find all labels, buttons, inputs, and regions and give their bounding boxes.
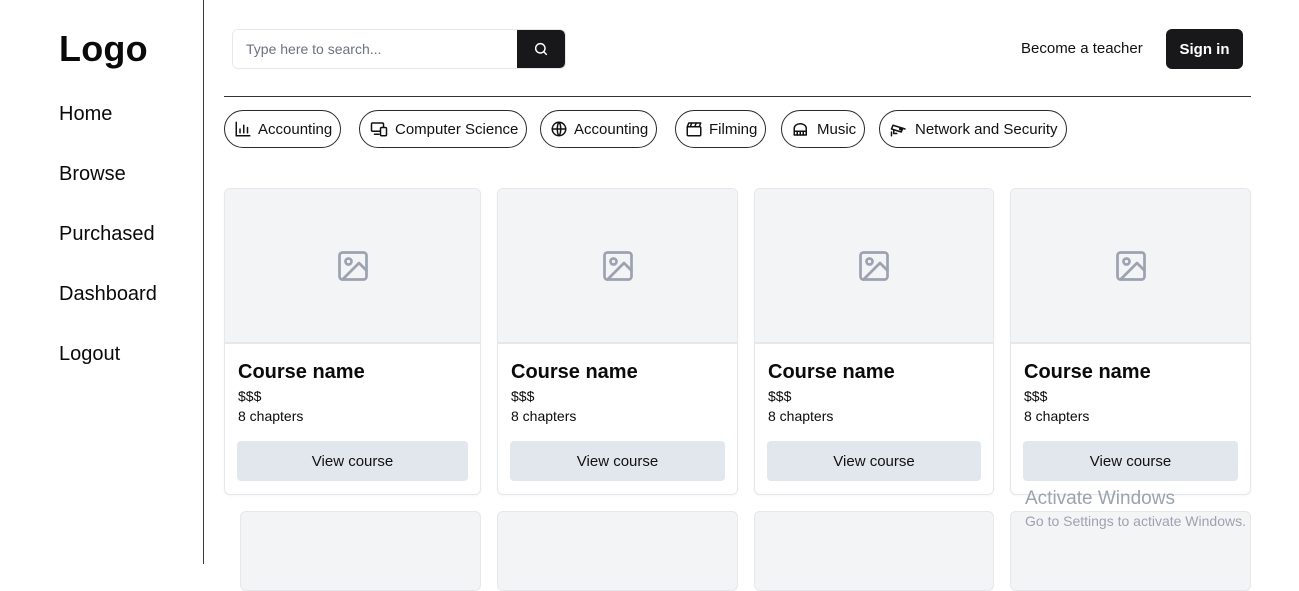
view-course-button[interactable]: View course [510, 441, 725, 481]
watermark-title: Activate Windows [1025, 488, 1175, 509]
category-chip-accounting[interactable]: Accounting [224, 110, 342, 148]
course-card[interactable]: Course name $$$ 8 chapters View course [497, 188, 738, 495]
image-placeholder-icon [602, 250, 633, 281]
category-label: Music [817, 120, 857, 138]
devices-icon [370, 122, 388, 137]
course-thumbnail [498, 189, 737, 344]
category-chip-filming[interactable]: Filming [675, 110, 767, 148]
piano-icon [793, 123, 807, 136]
sidebar-item-browse[interactable]: Browse [59, 163, 126, 186]
become-teacher-link[interactable]: Become a teacher [1021, 40, 1143, 57]
view-course-button[interactable]: View course [1023, 441, 1238, 481]
course-title: Course name [768, 361, 895, 383]
course-card[interactable]: Course name $$$ 8 chapters View course [1010, 188, 1251, 495]
course-price: $$$ [511, 388, 535, 404]
category-label: Network and Security [915, 120, 1058, 138]
category-chip-network-security[interactable]: Network and Security [879, 110, 1067, 148]
course-chapters: 8 chapters [1024, 408, 1090, 424]
course-price: $$$ [1024, 388, 1048, 404]
category-label: Accounting [574, 120, 649, 138]
course-chapters: 8 chapters [768, 408, 834, 424]
image-placeholder-icon [1115, 250, 1146, 281]
course-price: $$$ [768, 388, 792, 404]
sign-in-button[interactable]: Sign in [1166, 29, 1243, 69]
search-box [232, 29, 566, 69]
course-card-partial[interactable] [754, 511, 994, 591]
search-button[interactable] [517, 30, 565, 68]
globe-icon [551, 121, 567, 137]
course-card[interactable]: Course name $$$ 8 chapters View course [224, 188, 481, 495]
course-thumbnail [1011, 189, 1250, 344]
cctv-icon [890, 124, 906, 137]
image-placeholder-icon [859, 250, 889, 281]
course-card-partial[interactable] [497, 511, 738, 591]
category-label: Computer Science [395, 120, 519, 138]
course-price: $$$ [238, 388, 262, 404]
category-chip-accounting-2[interactable]: Accounting [540, 110, 658, 148]
course-thumbnail [225, 189, 480, 344]
course-card-partial[interactable] [240, 511, 481, 591]
course-title: Course name [1024, 361, 1151, 383]
watermark-subtitle: Go to Settings to activate Windows. [1025, 513, 1246, 529]
course-chapters: 8 chapters [238, 408, 304, 424]
sidebar-item-dashboard[interactable]: Dashboard [59, 283, 157, 306]
course-thumbnail [755, 189, 993, 344]
course-chapters: 8 chapters [511, 408, 577, 424]
course-card[interactable]: Course name $$$ 8 chapters View course [754, 188, 994, 495]
sidebar-item-home[interactable]: Home [59, 103, 112, 126]
search-input[interactable] [233, 30, 518, 68]
course-title: Course name [511, 361, 638, 383]
header-divider [224, 96, 1251, 97]
bar-chart-icon [235, 121, 251, 137]
view-course-button[interactable]: View course [237, 441, 468, 481]
sidebar: Logo Home Browse Purchased Dashboard Log… [0, 0, 204, 564]
course-title: Course name [238, 361, 365, 383]
logo[interactable]: Logo [59, 28, 148, 70]
clapperboard-icon [686, 122, 702, 137]
image-placeholder-icon [337, 250, 368, 281]
category-label: Filming [709, 120, 758, 138]
sidebar-item-logout[interactable]: Logout [59, 343, 120, 366]
category-chip-computer-science[interactable]: Computer Science [359, 110, 528, 148]
sidebar-item-purchased[interactable]: Purchased [59, 223, 155, 246]
activate-windows-watermark: Activate Windows Go to Settings to activ… [1025, 488, 1246, 529]
view-course-button[interactable]: View course [767, 441, 981, 481]
category-chip-music[interactable]: Music [781, 110, 866, 148]
category-label: Accounting [258, 120, 333, 138]
search-icon [535, 42, 548, 56]
